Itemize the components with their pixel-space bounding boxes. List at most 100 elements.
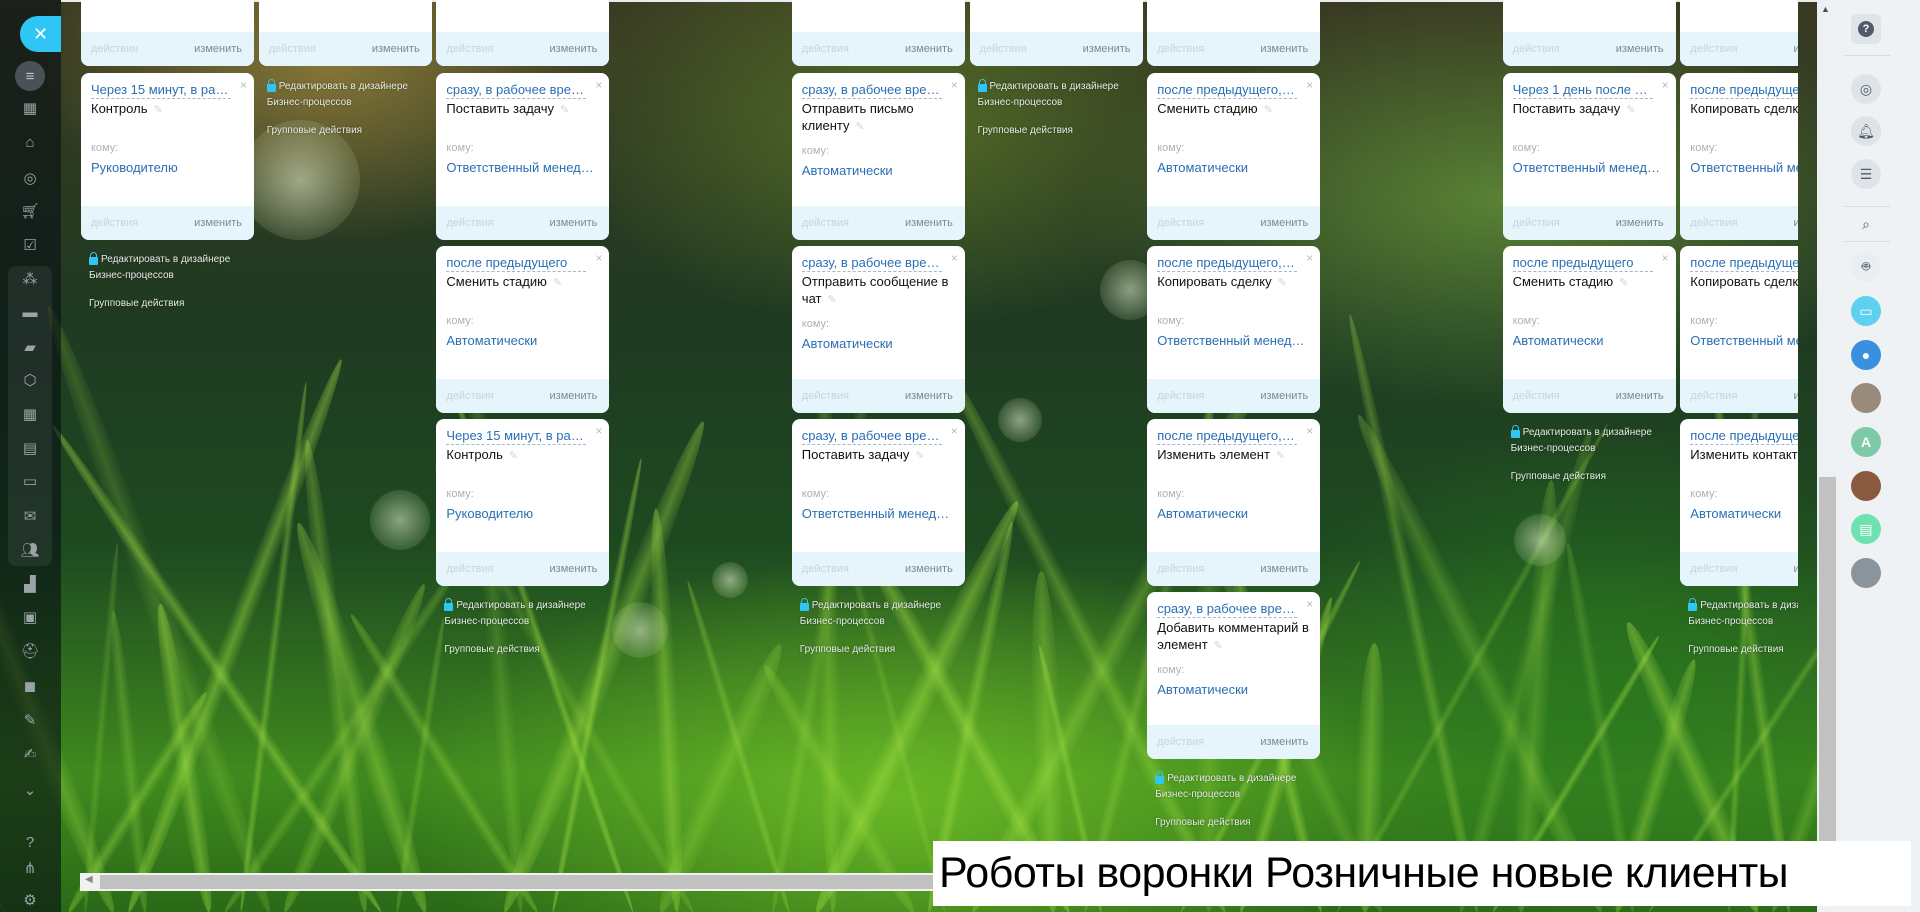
- group-actions-link[interactable]: Групповые действия: [89, 298, 262, 309]
- edit-in-designer-link[interactable]: Редактировать в дизайнере: [444, 598, 617, 611]
- delete-robot-button[interactable]: ×: [951, 251, 958, 265]
- group-actions-link[interactable]: Групповые действия: [978, 125, 1151, 136]
- calendar-button[interactable]: ▦: [16, 402, 44, 426]
- designer-link-text-2[interactable]: Бизнес-процессов: [800, 616, 973, 627]
- pencil-icon[interactable]: ✎: [1276, 448, 1285, 465]
- edit-in-designer-link[interactable]: Редактировать в дизайнере: [977, 79, 1151, 92]
- more-button[interactable]: ⌄: [16, 778, 44, 802]
- robot-condition-link[interactable]: Через 15 минут, в рабочее время: [446, 427, 587, 445]
- edit-link[interactable]: изменить: [550, 43, 598, 55]
- edit-link[interactable]: изменить: [1616, 43, 1664, 55]
- edit-link[interactable]: изменить: [905, 43, 953, 55]
- delete-robot-button[interactable]: ×: [1306, 78, 1313, 92]
- hexagon-button[interactable]: ⬡: [16, 368, 44, 392]
- actions-link[interactable]: действия: [802, 43, 849, 55]
- actions-link[interactable]: действия: [91, 217, 138, 229]
- filter-button[interactable]: ≡: [15, 61, 45, 91]
- edit-doc-button[interactable]: ✎: [16, 708, 44, 732]
- robot-button[interactable]: ⛑: [16, 639, 44, 663]
- edit-link[interactable]: изменить: [1793, 563, 1798, 575]
- actions-link[interactable]: действия: [980, 43, 1027, 55]
- edit-link[interactable]: изменить: [194, 217, 242, 229]
- responsible-link[interactable]: Автоматически: [446, 333, 601, 348]
- group-actions-link[interactable]: Групповые действия: [1155, 817, 1328, 828]
- designer-link-text-2[interactable]: Бизнес-процессов: [89, 270, 262, 281]
- edit-link[interactable]: изменить: [1260, 390, 1308, 402]
- tasks-button[interactable]: ☑: [16, 233, 44, 257]
- responsible-link[interactable]: Автоматически: [1690, 506, 1798, 521]
- responsible-link[interactable]: Руководителю: [91, 160, 246, 175]
- group-actions-link[interactable]: Групповые действия: [444, 644, 617, 655]
- edit-link[interactable]: изменить: [1793, 43, 1798, 55]
- edit-link[interactable]: изменить: [1260, 43, 1308, 55]
- help-button[interactable]: ?: [16, 830, 44, 854]
- pencil-icon[interactable]: ✎: [1278, 275, 1287, 292]
- feed-button[interactable]: ▬: [16, 300, 44, 324]
- calendar-list-button[interactable]: ▦: [16, 96, 44, 120]
- actions-link[interactable]: действия: [1157, 736, 1204, 748]
- close-slider-button[interactable]: ✕: [20, 16, 61, 52]
- scroll-up-arrow-icon[interactable]: ▲: [1821, 4, 1830, 14]
- robot-condition-link[interactable]: сразу, в рабочее время: [801, 427, 942, 445]
- responsible-link[interactable]: Ответственный менеджер: [802, 506, 957, 521]
- delete-robot-button[interactable]: ×: [595, 78, 602, 92]
- robot-condition-link[interactable]: после предыдущего, п...: [1690, 427, 1798, 445]
- edit-link[interactable]: изменить: [905, 563, 953, 575]
- robot-condition-link[interactable]: после предыдущего, п...: [1157, 427, 1298, 445]
- actions-link[interactable]: действия: [446, 563, 493, 575]
- crm-button[interactable]: ⁂: [16, 267, 44, 291]
- delete-robot-button[interactable]: ×: [595, 424, 602, 438]
- robot-condition-link[interactable]: сразу, в рабочее время: [801, 81, 942, 99]
- sitemap-button[interactable]: ⋔: [16, 856, 44, 880]
- pencil-icon[interactable]: ✎: [1626, 102, 1635, 119]
- actions-link[interactable]: действия: [269, 43, 316, 55]
- vertical-scrollbar-thumb[interactable]: [1819, 477, 1836, 845]
- responsible-link[interactable]: Ответственный менеджер: [1157, 333, 1312, 348]
- building-button[interactable]: ⌂: [16, 130, 44, 154]
- actions-link[interactable]: действия: [1690, 563, 1737, 575]
- edit-link[interactable]: изменить: [1616, 390, 1664, 402]
- pencil-icon[interactable]: ✎: [915, 448, 924, 465]
- delete-robot-button[interactable]: ×: [240, 78, 247, 92]
- avatar-chat[interactable]: ▭: [1851, 296, 1881, 326]
- group-button[interactable]: 👥︎: [16, 538, 44, 562]
- chat-button[interactable]: ▰: [16, 335, 44, 359]
- edit-in-designer-link[interactable]: Редактировать в дизайнере: [89, 252, 262, 265]
- responsible-link[interactable]: Автоматически: [1157, 506, 1312, 521]
- robot-condition-link[interactable]: Через 1 день после Д...: [1512, 81, 1653, 99]
- pencil-icon[interactable]: ✎: [1264, 102, 1273, 119]
- edit-link[interactable]: изменить: [1083, 43, 1131, 55]
- robot-condition-link[interactable]: сразу, в рабочее время: [446, 81, 587, 99]
- pencil-icon[interactable]: ✎: [827, 292, 836, 309]
- delete-robot-button[interactable]: ×: [1306, 597, 1313, 611]
- delete-robot-button[interactable]: ×: [951, 424, 958, 438]
- edit-link[interactable]: изменить: [905, 217, 953, 229]
- robot-condition-link[interactable]: после предыдущего: [446, 254, 587, 272]
- robot-condition-link[interactable]: после предыдущего: [1512, 254, 1653, 272]
- group-actions-link[interactable]: Групповые действия: [267, 125, 440, 136]
- edit-in-designer-link[interactable]: Редактировать в дизайнере: [266, 79, 440, 92]
- actions-link[interactable]: действия: [446, 217, 493, 229]
- edit-link[interactable]: изменить: [1616, 217, 1664, 229]
- group-actions-link[interactable]: Групповые действия: [1511, 471, 1684, 482]
- pencil-icon[interactable]: ✎: [153, 102, 162, 119]
- pencil-icon[interactable]: ✎: [509, 448, 518, 465]
- delete-robot-button[interactable]: ×: [1662, 78, 1669, 92]
- avatar-user-a[interactable]: A: [1851, 427, 1881, 457]
- designer-link-text-2[interactable]: Бизнес-процессов: [1155, 789, 1328, 800]
- responsible-link[interactable]: Руководителю: [446, 506, 601, 521]
- actions-link[interactable]: действия: [1513, 390, 1560, 402]
- scroll-left-arrow-icon[interactable]: ◀: [85, 874, 93, 885]
- delete-robot-button[interactable]: ×: [1306, 251, 1313, 265]
- contact-card-button[interactable]: ▣: [16, 605, 44, 629]
- edit-link[interactable]: изменить: [550, 217, 598, 229]
- actions-link[interactable]: действия: [1513, 217, 1560, 229]
- edit-link[interactable]: изменить: [1260, 217, 1308, 229]
- notifications-button[interactable]: 🔔︎: [1851, 116, 1881, 146]
- target-button[interactable]: ◎: [16, 166, 44, 190]
- mail-button[interactable]: ✉: [16, 504, 44, 528]
- designer-link-text-2[interactable]: Бизнес-процессов: [1511, 443, 1684, 454]
- robot-condition-link[interactable]: Через 15 минут, в рабочее время: [91, 81, 231, 99]
- designer-link-text-2[interactable]: Бизнес-процессов: [1688, 616, 1798, 627]
- cart-button[interactable]: 🛒︎: [16, 199, 44, 223]
